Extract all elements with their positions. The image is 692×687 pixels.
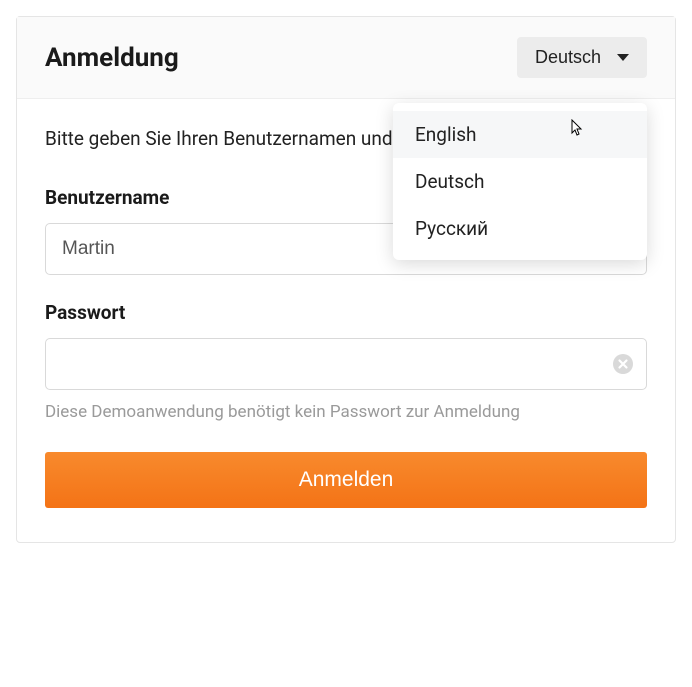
login-card: Anmeldung Deutsch English Deutsch Русски… bbox=[16, 16, 676, 543]
clear-icon[interactable] bbox=[613, 354, 633, 374]
language-select-button[interactable]: Deutsch bbox=[517, 37, 647, 78]
cursor-icon bbox=[567, 119, 583, 144]
language-option-russian[interactable]: Русский bbox=[393, 205, 647, 252]
submit-button-label: Anmelden bbox=[299, 468, 394, 491]
password-hint: Diese Demoanwendung benötigt kein Passwo… bbox=[45, 402, 647, 422]
password-field-group: Passwort bbox=[45, 301, 647, 390]
language-option-label: Deutsch bbox=[415, 170, 484, 193]
language-option-deutsch[interactable]: Deutsch bbox=[393, 158, 647, 205]
language-option-label: Русский bbox=[415, 217, 488, 240]
language-selected-label: Deutsch bbox=[535, 47, 601, 68]
password-input-wrap bbox=[45, 338, 647, 390]
submit-button[interactable]: Anmelden bbox=[45, 452, 647, 508]
card-header: Anmeldung Deutsch bbox=[17, 17, 675, 99]
password-input[interactable] bbox=[45, 338, 647, 390]
language-option-english[interactable]: English bbox=[393, 111, 647, 158]
chevron-down-icon bbox=[617, 54, 629, 61]
page-title: Anmeldung bbox=[45, 43, 179, 73]
language-option-label: English bbox=[415, 123, 476, 146]
language-dropdown: English Deutsch Русский bbox=[393, 103, 647, 260]
password-label: Passwort bbox=[45, 301, 647, 324]
